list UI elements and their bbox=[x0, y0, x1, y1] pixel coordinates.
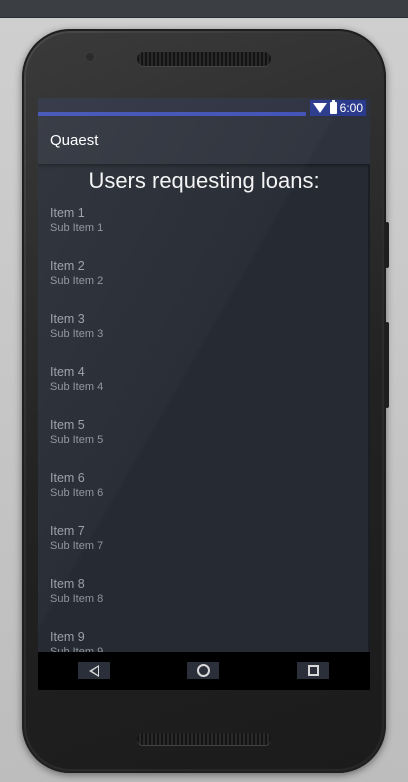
home-button[interactable] bbox=[187, 662, 219, 679]
loan-request-list[interactable]: Item 1 Sub Item 1 Item 2 Sub Item 2 Item… bbox=[50, 206, 350, 683]
navigation-bar bbox=[38, 652, 370, 690]
list-item-subtitle: Sub Item 4 bbox=[50, 381, 104, 393]
top-strip bbox=[0, 0, 408, 18]
list-item[interactable]: Item 1 Sub Item 1 bbox=[50, 206, 350, 259]
list-item-subtitle: Sub Item 5 bbox=[50, 434, 104, 446]
list-item-title: Item 8 bbox=[50, 577, 85, 591]
list-item-title: Item 9 bbox=[50, 630, 85, 644]
status-bar-accent bbox=[38, 112, 306, 116]
list-item[interactable]: Item 8 Sub Item 8 bbox=[50, 577, 350, 630]
status-bar: 6:00 bbox=[38, 98, 370, 118]
list-item-title: Item 4 bbox=[50, 365, 85, 379]
list-item-title: Item 1 bbox=[50, 206, 85, 220]
home-icon bbox=[196, 664, 210, 677]
list-item[interactable]: Item 2 Sub Item 2 bbox=[50, 259, 350, 312]
recent-apps-icon bbox=[307, 665, 319, 676]
app-bar: Quaest bbox=[38, 118, 370, 164]
app-title: Quaest bbox=[50, 132, 99, 149]
list-item-subtitle: Sub Item 8 bbox=[50, 593, 104, 605]
list-item-subtitle: Sub Item 1 bbox=[50, 222, 104, 234]
list-item[interactable]: Item 5 Sub Item 5 bbox=[50, 418, 350, 471]
recent-apps-button[interactable] bbox=[297, 662, 329, 679]
list-item-subtitle: Sub Item 7 bbox=[50, 540, 104, 552]
list-item-title: Item 7 bbox=[50, 524, 85, 538]
power-button[interactable] bbox=[385, 322, 389, 408]
list-item-title: Item 3 bbox=[50, 312, 85, 326]
top-speaker-grille bbox=[137, 52, 271, 66]
list-item[interactable]: Item 6 Sub Item 6 bbox=[50, 471, 350, 524]
back-button[interactable] bbox=[78, 662, 110, 679]
list-item[interactable]: Item 4 Sub Item 4 bbox=[50, 365, 350, 418]
list-item-title: Item 6 bbox=[50, 471, 85, 485]
bottom-speaker-grille bbox=[137, 733, 271, 745]
list-item-title: Item 2 bbox=[50, 259, 85, 273]
page-heading: Users requesting loans: bbox=[88, 168, 320, 193]
volume-button[interactable] bbox=[385, 222, 389, 268]
list-item-subtitle: Sub Item 2 bbox=[50, 275, 104, 287]
camera-icon bbox=[86, 53, 94, 61]
status-time: 6:00 bbox=[339, 101, 363, 115]
back-icon bbox=[89, 664, 99, 677]
device-screen: 6:00 Quaest Users requesting loans: Item… bbox=[38, 98, 370, 690]
scroll-edge bbox=[368, 164, 370, 652]
list-item-title: Item 5 bbox=[50, 418, 85, 432]
list-item-subtitle: Sub Item 3 bbox=[50, 328, 104, 340]
status-icons: 6:00 bbox=[309, 100, 366, 116]
battery-icon bbox=[329, 100, 337, 114]
wifi-icon bbox=[312, 103, 327, 113]
list-item-subtitle: Sub Item 6 bbox=[50, 487, 104, 499]
list-item[interactable]: Item 3 Sub Item 3 bbox=[50, 312, 350, 365]
list-item[interactable]: Item 7 Sub Item 7 bbox=[50, 524, 350, 577]
